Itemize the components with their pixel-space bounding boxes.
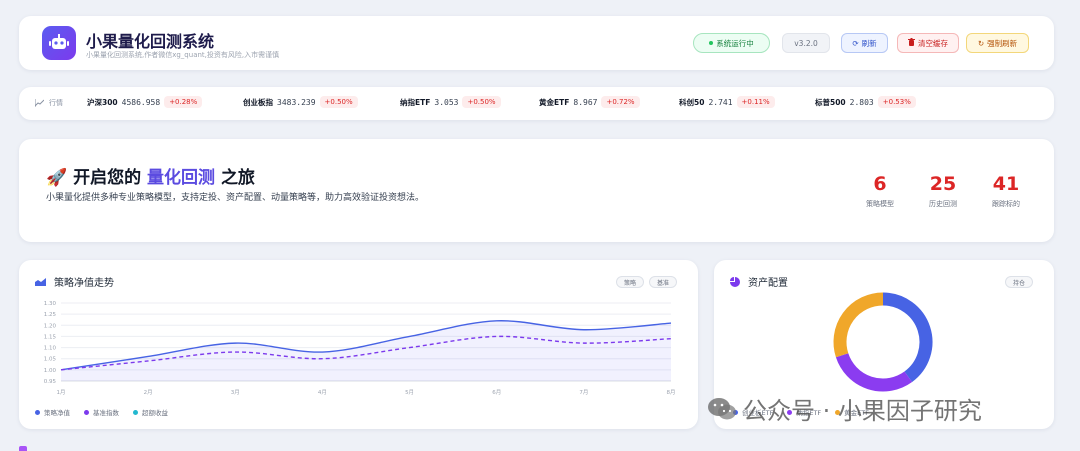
legend-swatch xyxy=(35,409,40,415)
legend-item[interactable]: 超额收益 xyxy=(133,407,168,417)
stat-strategy-models: 6 策略模型 xyxy=(866,173,894,208)
refresh-label: 刷新 xyxy=(861,38,877,48)
market-ticker: 行情 沪深300 4586.958 +0.28% 创业板指 3483.239 +… xyxy=(19,87,1054,120)
clear-cache-button[interactable]: 清空缓存 xyxy=(897,33,959,53)
ticker-item[interactable]: 沪深300 4586.958 +0.28% xyxy=(87,96,203,108)
y-tick-label: 1.30 xyxy=(44,301,57,307)
redo-icon: ↻ xyxy=(977,38,985,48)
x-tick-label: 2月 xyxy=(144,389,153,396)
force-refresh-label: 强制刷新 xyxy=(987,38,1018,48)
version-badge: v3.2.0 xyxy=(782,33,830,53)
ticker-item[interactable]: 科创50 2.741 +0.11% xyxy=(679,96,775,108)
status-text: 系统运行中 xyxy=(716,38,754,48)
y-tick-label: 1.20 xyxy=(44,323,57,329)
line-chart-icon xyxy=(35,99,44,107)
force-refresh-button[interactable]: ↻ 强制刷新 xyxy=(966,33,1029,53)
status-dot-icon xyxy=(709,41,714,45)
x-tick-label: 7月 xyxy=(579,389,588,396)
ticker-item[interactable]: 创业板指 3483.239 +0.50% xyxy=(243,96,358,108)
ticker-item[interactable]: 标普500 2.803 +0.53% xyxy=(815,96,916,108)
app-header: 小果量化回测系统 小果量化回测系统,作者微信xg_quant,投资有风险,入市需… xyxy=(19,16,1054,70)
legend-item[interactable]: 基准指数 xyxy=(84,407,119,417)
donut-slice xyxy=(882,292,933,383)
stat-history-backtests: 25 历史回测 xyxy=(929,173,957,208)
clear-cache-label: 清空缓存 xyxy=(918,38,948,48)
x-tick-label: 4月 xyxy=(318,389,327,396)
x-tick-label: 1月 xyxy=(57,389,66,396)
legend-swatch xyxy=(133,409,138,415)
hero-description: 小果量化提供多种专业策略模型，支持定投、资产配置、动量策略等，助力高效验证投资想… xyxy=(46,193,425,203)
y-tick-label: 1.10 xyxy=(44,346,57,352)
donut-slice xyxy=(835,352,913,392)
x-tick-label: 6月 xyxy=(492,389,501,396)
robot-icon xyxy=(42,26,76,60)
watermark: 公众号 · 小果因子研究 xyxy=(707,391,982,426)
y-tick-label: 1.25 xyxy=(44,312,57,318)
rocket-icon: 🚀 xyxy=(46,168,68,188)
app-title: 小果量化回测系统 xyxy=(86,32,215,51)
refresh-button[interactable]: ⟳ 刷新 xyxy=(841,33,888,53)
wechat-icon xyxy=(708,397,736,419)
y-tick-label: 0.95 xyxy=(44,379,57,385)
next-section-header xyxy=(19,440,1054,451)
section-icon xyxy=(19,446,27,451)
ticker-item[interactable]: 黄金ETF 8.967 +0.72% xyxy=(539,96,640,108)
hero-title: 🚀 开启您的 量化回测 之旅 xyxy=(46,168,255,188)
nav-chart-card: 策略净值走势 策略 基准 0.95 1.00 1.05 1.10 1.15 1.20 1.2… xyxy=(19,260,698,429)
x-tick-label: 3月 xyxy=(231,389,240,396)
x-tick-label: 8月 xyxy=(667,389,676,396)
stat-tracked-targets: 41 跟踪标的 xyxy=(992,173,1020,208)
y-tick-label: 1.15 xyxy=(44,334,57,340)
donut-slice xyxy=(833,292,884,358)
legend-swatch xyxy=(84,409,89,415)
refresh-icon: ⟳ xyxy=(852,38,859,48)
ticker-item[interactable]: 纳指ETF 3.053 +0.50% xyxy=(400,96,501,108)
nav-line-chart: 0.95 1.00 1.05 1.10 1.15 1.20 1.25 1.30 1月 2月 3月 4月… xyxy=(44,301,676,396)
legend-item[interactable]: 策略净值 xyxy=(35,407,70,417)
y-tick-label: 1.05 xyxy=(44,357,57,363)
nav-legend: 策略净值 基准指数 超额收益 xyxy=(35,407,168,417)
status-badge: 系统运行中 xyxy=(693,33,770,53)
trash-icon xyxy=(908,38,915,48)
ticker-label: 行情 xyxy=(35,98,63,108)
x-tick-label: 5月 xyxy=(405,389,414,396)
app-subtitle: 小果量化回测系统,作者微信xg_quant,投资有风险,入市需谨慎 xyxy=(86,51,280,59)
hero-banner: 🚀 开启您的 量化回测 之旅 小果量化提供多种专业策略模型，支持定投、资产配置、… xyxy=(19,139,1054,242)
y-tick-label: 1.00 xyxy=(44,368,57,374)
